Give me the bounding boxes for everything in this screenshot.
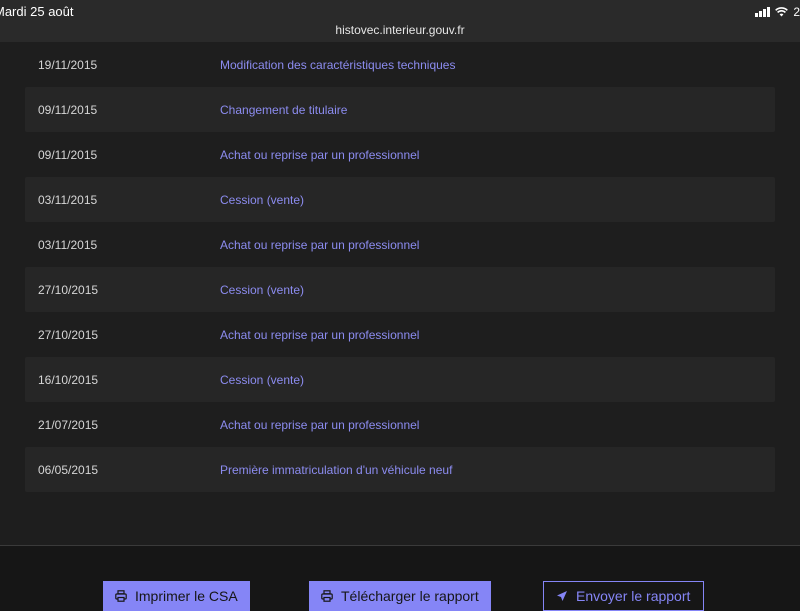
table-row: 03/11/2015 Cession (vente)	[25, 177, 775, 222]
row-event: Cession (vente)	[220, 282, 305, 297]
battery-percentage: 2	[793, 5, 800, 19]
send-report-label: Envoyer le rapport	[576, 588, 691, 604]
address-bar-url[interactable]: histovec.interieur.gouv.fr	[0, 23, 800, 37]
row-date: 09/11/2015	[38, 102, 98, 117]
row-date: 27/10/2015	[38, 282, 99, 297]
table-row: 19/11/2015 Modification des caractéristi…	[25, 42, 775, 87]
table-row: 06/05/2015 Première immatriculation d'un…	[25, 447, 775, 492]
row-event: Cession (vente)	[220, 372, 305, 387]
table-row: 09/11/2015 Achat ou reprise par un profe…	[25, 132, 775, 177]
print-csa-button[interactable]: Imprimer le CSA	[103, 581, 250, 611]
history-panel: 19/11/2015 Modification des caractéristi…	[0, 42, 800, 546]
browser-status-bar: Mardi 25 août histovec.interieur.gouv.fr…	[0, 0, 800, 42]
row-date: 16/10/2015	[38, 372, 99, 387]
download-report-label: Télécharger le rapport	[341, 588, 479, 604]
wifi-icon	[775, 7, 789, 17]
table-row: 16/10/2015 Cession (vente)	[25, 357, 775, 402]
print-csa-label: Imprimer le CSA	[135, 588, 238, 604]
send-icon	[557, 591, 567, 601]
status-time: Mardi 25 août	[0, 4, 74, 19]
row-event: Achat ou reprise par un professionnel	[220, 147, 420, 162]
row-event: Changement de titulaire	[220, 102, 348, 117]
row-date: 03/11/2015	[38, 192, 98, 207]
action-bar: Imprimer le CSA Télécharger le rapport E…	[0, 546, 800, 611]
table-row: 27/10/2015 Cession (vente)	[25, 267, 775, 312]
row-date: 03/11/2015	[38, 237, 98, 252]
table-row: 21/07/2015 Achat ou reprise par un profe…	[25, 402, 775, 447]
row-date: 06/05/2015	[38, 462, 99, 477]
table-row: 03/11/2015 Achat ou reprise par un profe…	[25, 222, 775, 267]
row-date: 27/10/2015	[38, 327, 99, 342]
row-date: 09/11/2015	[38, 147, 98, 162]
printer-icon	[321, 590, 333, 602]
row-event: Première immatriculation d'un véhicule n…	[220, 462, 453, 477]
history-table: 19/11/2015 Modification des caractéristi…	[25, 42, 775, 492]
row-date: 21/07/2015	[38, 417, 99, 432]
row-event: Achat ou reprise par un professionnel	[220, 327, 420, 342]
row-date: 19/11/2015	[38, 57, 98, 72]
signal-icon	[755, 7, 771, 17]
row-event: Achat ou reprise par un professionnel	[220, 237, 420, 252]
table-row: 27/10/2015 Achat ou reprise par un profe…	[25, 312, 775, 357]
printer-icon	[115, 590, 127, 602]
row-event: Achat ou reprise par un professionnel	[220, 417, 420, 432]
table-row: 09/11/2015 Changement de titulaire	[25, 87, 775, 132]
send-report-button[interactable]: Envoyer le rapport	[543, 581, 704, 611]
row-event: Cession (vente)	[220, 192, 305, 207]
status-indicators: 2	[755, 5, 800, 19]
row-event: Modification des caractéristiques techni…	[220, 57, 456, 72]
download-report-button[interactable]: Télécharger le rapport	[309, 581, 491, 611]
